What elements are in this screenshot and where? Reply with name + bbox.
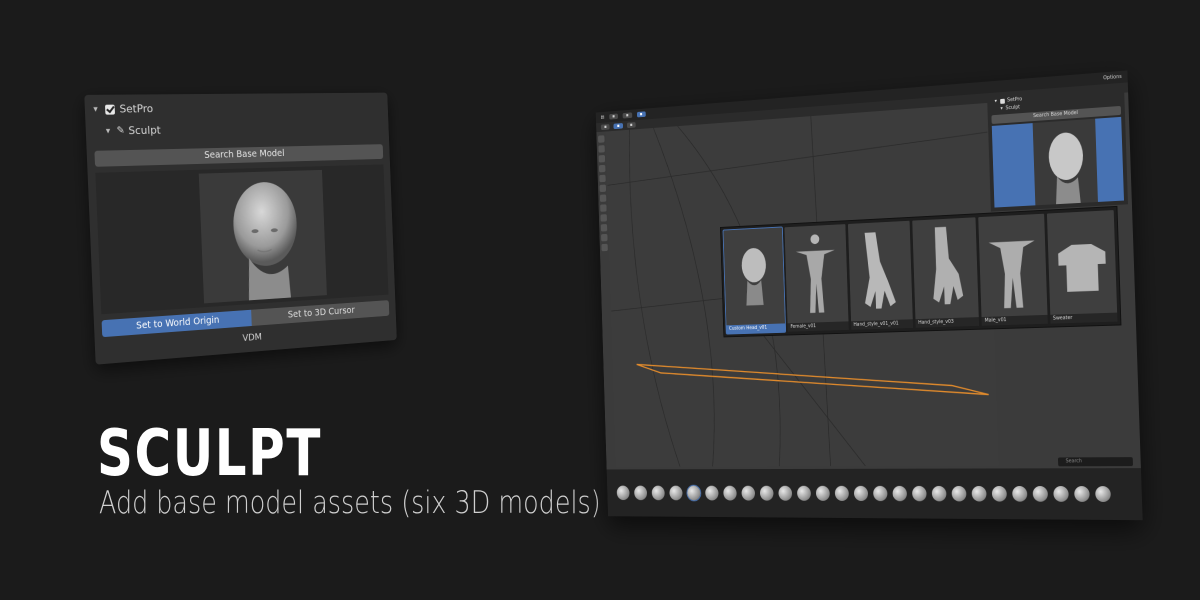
asset-item[interactable]: Custom Head_v01	[722, 226, 787, 335]
brush-icon[interactable]	[911, 485, 927, 502]
brush-icon[interactable]	[1032, 486, 1049, 502]
brush-icon[interactable]	[931, 485, 947, 502]
blender-window: ▤ ▪ ▪ ▪ Options ▪ ▪ ▪ ▾ SetPro ▾ Sculpt …	[595, 70, 1143, 521]
brush-asset-shelf	[606, 468, 1143, 521]
section-name: Sculpt	[128, 123, 162, 138]
brush-icon[interactable]	[1053, 486, 1069, 502]
tool-pill[interactable]: ▪	[600, 124, 610, 131]
brush-icon[interactable]	[892, 485, 908, 502]
brush-tool-icon[interactable]	[601, 243, 608, 252]
brush-icon[interactable]	[705, 485, 719, 501]
asset-item[interactable]: Male_v01	[978, 213, 1048, 326]
brush-tool-icon[interactable]	[598, 135, 605, 143]
search-input[interactable]: Search	[1057, 457, 1134, 467]
brush-tool-icon[interactable]	[599, 184, 607, 193]
head-thumbnail	[198, 169, 327, 304]
brush-tool-icon[interactable]	[599, 194, 607, 202]
brush-icon[interactable]	[616, 485, 630, 501]
active-tool-pill[interactable]: ▪	[613, 123, 623, 130]
chevron-down-icon[interactable]: ▾	[1000, 106, 1003, 112]
brush-tool-icon[interactable]	[598, 145, 605, 153]
brush-icon[interactable]	[873, 485, 888, 502]
asset-browser: Custom Head_v01 Female_v01 Hand_style_v0…	[720, 205, 1122, 338]
asset-label: Female_v01	[787, 321, 849, 332]
chevron-down-icon[interactable]: ▾	[995, 98, 998, 104]
brush-icon[interactable]	[815, 485, 830, 501]
brush-icon[interactable]	[1074, 486, 1090, 502]
asset-label: Hand_style_v01_v01	[850, 319, 914, 330]
head-icon	[1048, 131, 1084, 205]
female-body-icon	[796, 234, 838, 314]
tool-pill[interactable]: ▪	[626, 122, 636, 129]
chevron-down-icon[interactable]: ▾	[91, 104, 101, 114]
page-title: SCULPT	[97, 417, 322, 491]
setpro-header[interactable]: ▾ SetPro	[90, 100, 388, 116]
brush-icon[interactable]	[991, 485, 1007, 502]
brush-tool-icon[interactable]	[598, 154, 606, 163]
n-panel: ▾ SetPro ▾ Sculpt Search Base Model	[987, 84, 1129, 212]
np-addon-name: SetPro	[1007, 96, 1023, 104]
brush-icon[interactable]	[759, 485, 774, 501]
mode-pill[interactable]: ▪	[608, 113, 619, 120]
asset-label: Sweater	[1049, 312, 1118, 324]
asset-item[interactable]: Sweater	[1046, 210, 1118, 324]
brush-icon[interactable]	[634, 485, 648, 501]
sweater-icon	[1057, 243, 1107, 293]
head-icon	[741, 247, 767, 306]
set-to-3d-cursor-button[interactable]: Set to 3D Cursor	[251, 300, 390, 326]
page-subtitle: Add base model assets (six 3D models)	[99, 485, 601, 521]
brush-icon[interactable]	[723, 485, 737, 501]
brush-tool-icon[interactable]	[600, 214, 607, 222]
asset-item[interactable]: Hand_style_v01_v01	[847, 220, 914, 330]
options-label[interactable]: Options	[1103, 74, 1122, 81]
hand-icon	[931, 226, 964, 305]
np-section-name: Sculpt	[1005, 104, 1021, 112]
brush-icon: ✎	[116, 125, 125, 137]
asset-item[interactable]: Hand_style_v03	[912, 217, 980, 328]
brush-icon[interactable]	[834, 485, 850, 501]
hand-icon	[862, 231, 896, 310]
np-setpro-header[interactable]: ▾ SetPro	[995, 96, 1023, 104]
view-pill[interactable]: ▪	[622, 112, 632, 119]
brush-icon[interactable]	[1095, 486, 1111, 503]
search-base-model-button[interactable]: Search Base Model	[94, 144, 384, 167]
brush-icon[interactable]	[951, 485, 967, 502]
checkbox-icon[interactable]	[104, 104, 115, 115]
menu-icon[interactable]: ▤	[601, 115, 605, 121]
brush-icon[interactable]	[1012, 486, 1028, 502]
selected-plane	[637, 356, 989, 401]
brush-icon[interactable]	[669, 485, 683, 501]
brush-tool-icon[interactable]	[600, 204, 607, 212]
addon-name: SetPro	[119, 102, 154, 116]
brush-tool-icon[interactable]	[601, 233, 608, 242]
sculpt-header[interactable]: ▾ ✎ Sculpt	[103, 120, 389, 137]
setpro-panel: ▾ SetPro ▾ ✎ Sculpt Search Base Model Se…	[84, 92, 397, 365]
np-sculpt-header[interactable]: ▾ Sculpt	[1000, 104, 1020, 111]
male-body-icon	[988, 240, 1038, 309]
brush-icon[interactable]	[853, 485, 869, 502]
set-to-world-origin-button[interactable]: Set to World Origin	[101, 309, 252, 338]
chevron-down-icon[interactable]: ▾	[103, 126, 113, 136]
brush-icon[interactable]	[741, 485, 756, 501]
brush-tool-icon[interactable]	[598, 164, 606, 173]
np-head-thumbnail	[1032, 118, 1098, 206]
asset-label: Male_v01	[981, 314, 1048, 326]
head-icon	[231, 181, 299, 301]
brush-icon[interactable]	[651, 485, 665, 501]
brush-tool-icon[interactable]	[600, 224, 608, 232]
sculpt-pill[interactable]: ▪	[636, 111, 646, 118]
brush-icon[interactable]	[796, 485, 812, 501]
base-model-preview	[95, 164, 389, 315]
asset-item[interactable]: Female_v01	[784, 224, 849, 332]
asset-label: Hand_style_v03	[915, 317, 980, 328]
np-preview	[991, 116, 1125, 208]
brush-tool-icon[interactable]	[599, 174, 606, 183]
checkbox-icon[interactable]	[999, 98, 1005, 104]
brush-icon[interactable]	[686, 484, 702, 502]
brush-icon[interactable]	[971, 485, 987, 502]
brush-icon[interactable]	[778, 485, 793, 501]
asset-label: Custom Head_v01	[726, 323, 786, 334]
